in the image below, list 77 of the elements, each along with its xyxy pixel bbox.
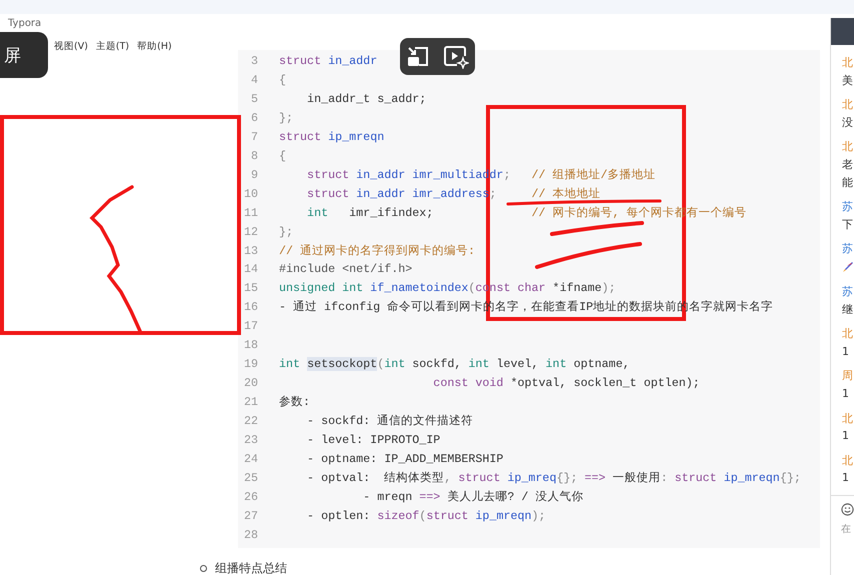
comment-text: 1 bbox=[842, 344, 850, 360]
comment-text: 1 bbox=[842, 428, 850, 444]
line-number: 15 bbox=[242, 280, 258, 298]
line-number: 21 bbox=[242, 394, 258, 412]
line-number: 27 bbox=[242, 508, 258, 525]
code-line: struct ip_mreqn bbox=[279, 128, 384, 146]
code-line: in_addr_t s_addr; bbox=[306, 90, 426, 108]
comment-author[interactable]: 北 bbox=[842, 138, 854, 156]
menu-item[interactable]: 主题(T) bbox=[96, 40, 130, 53]
menu-item[interactable]: 视图(V) bbox=[54, 40, 88, 53]
comment-author[interactable]: 北 bbox=[842, 325, 854, 343]
comment-text: 1 bbox=[842, 386, 850, 402]
comment-text: 下 bbox=[842, 216, 854, 233]
code-line: // 通过网卡的名字得到网卡的编号: bbox=[279, 242, 476, 260]
code-line: const void *optval, socklen_t optlen); bbox=[432, 375, 700, 392]
comment-text: 1 bbox=[842, 470, 850, 486]
code-line: - level: IPPROTO_IP bbox=[306, 432, 440, 450]
line-number: 24 bbox=[242, 451, 258, 468]
code-line: }; bbox=[279, 224, 294, 241]
line-number: 22 bbox=[242, 413, 258, 430]
code-line: - optlen: sizeof(struct ip_mreqn); bbox=[306, 508, 546, 525]
line-number: 23 bbox=[242, 432, 258, 450]
comment-author[interactable]: 北 bbox=[842, 54, 854, 72]
code-line: struct in_addr bbox=[279, 53, 378, 70]
line-number: 19 bbox=[242, 356, 258, 374]
code-line: #include <net/if.h> bbox=[279, 261, 412, 278]
comment-author[interactable]: 北 bbox=[842, 410, 854, 428]
comment-author[interactable]: 苏 bbox=[842, 240, 854, 258]
line-number: 17 bbox=[242, 318, 258, 336]
window-title: Typora bbox=[8, 17, 42, 30]
line-number: 9 bbox=[250, 166, 258, 184]
line-number: 26 bbox=[242, 488, 258, 506]
comment-author[interactable]: 苏 bbox=[842, 282, 854, 301]
code-line: 参数: bbox=[279, 394, 310, 412]
cast-screen-button[interactable]: 屏 bbox=[0, 32, 48, 78]
line-number: 12 bbox=[242, 224, 258, 241]
code-line: }; bbox=[279, 110, 294, 127]
comment-author[interactable]: 北 bbox=[842, 96, 854, 114]
line-number: 8 bbox=[250, 148, 258, 165]
comment-text: 继 bbox=[842, 302, 854, 318]
line-number: 5 bbox=[250, 90, 258, 108]
hollow-bullet-icon bbox=[200, 564, 207, 572]
comment-text: 没 bbox=[842, 114, 854, 131]
comment-author[interactable]: 苏 bbox=[842, 198, 854, 216]
comment-author[interactable]: 周 bbox=[842, 367, 854, 385]
picture-in-picture-icon[interactable] bbox=[406, 46, 430, 68]
code-line: - mreqn ==> 美人儿去哪? / 没人气你 bbox=[362, 488, 584, 506]
play-sparkle-icon[interactable] bbox=[442, 44, 469, 68]
code-line: int setsockopt(int sockfd, int level, int optname, bbox=[279, 356, 630, 374]
line-number: 28 bbox=[242, 526, 258, 544]
line-number: 25 bbox=[242, 470, 258, 487]
line-number: 20 bbox=[242, 375, 258, 392]
menu-item[interactable]: 帮助(H) bbox=[137, 40, 172, 53]
line-number: 11 bbox=[242, 204, 258, 222]
line-number: 13 bbox=[242, 242, 258, 260]
line-number: 16 bbox=[242, 299, 258, 316]
comment-author[interactable]: 北 bbox=[842, 452, 854, 470]
outline-item[interactable]: 组播特点总结 bbox=[215, 561, 287, 575]
code-line: - sockfd: 通信的文件描述符 bbox=[306, 413, 474, 430]
code-line: - optname: IP_ADD_MEMBERSHIP bbox=[306, 451, 504, 468]
line-number: 6 bbox=[250, 110, 258, 127]
code-line: - optval: 结构体类型, struct ip_mreq{}; ==> 一般使用: struct ip_mreqn{}; bbox=[306, 470, 801, 487]
comment-input-field[interactable]: 在 bbox=[841, 524, 853, 535]
code-line: { bbox=[279, 148, 286, 165]
line-number: 3 bbox=[250, 53, 258, 70]
line-number: 4 bbox=[250, 72, 258, 89]
panel-header bbox=[831, 18, 854, 45]
smiley-icon[interactable] bbox=[841, 502, 854, 516]
line-number: 14 bbox=[242, 261, 258, 278]
code-line: { bbox=[279, 72, 286, 89]
rocket-emoji-icon bbox=[842, 260, 854, 273]
line-number: 10 bbox=[242, 186, 258, 203]
comment-text: 老 bbox=[842, 156, 854, 173]
line-number: 7 bbox=[250, 128, 258, 146]
line-number: 18 bbox=[242, 337, 258, 354]
comment-text: 能 bbox=[842, 174, 854, 191]
comment-text: 美 bbox=[842, 72, 854, 89]
